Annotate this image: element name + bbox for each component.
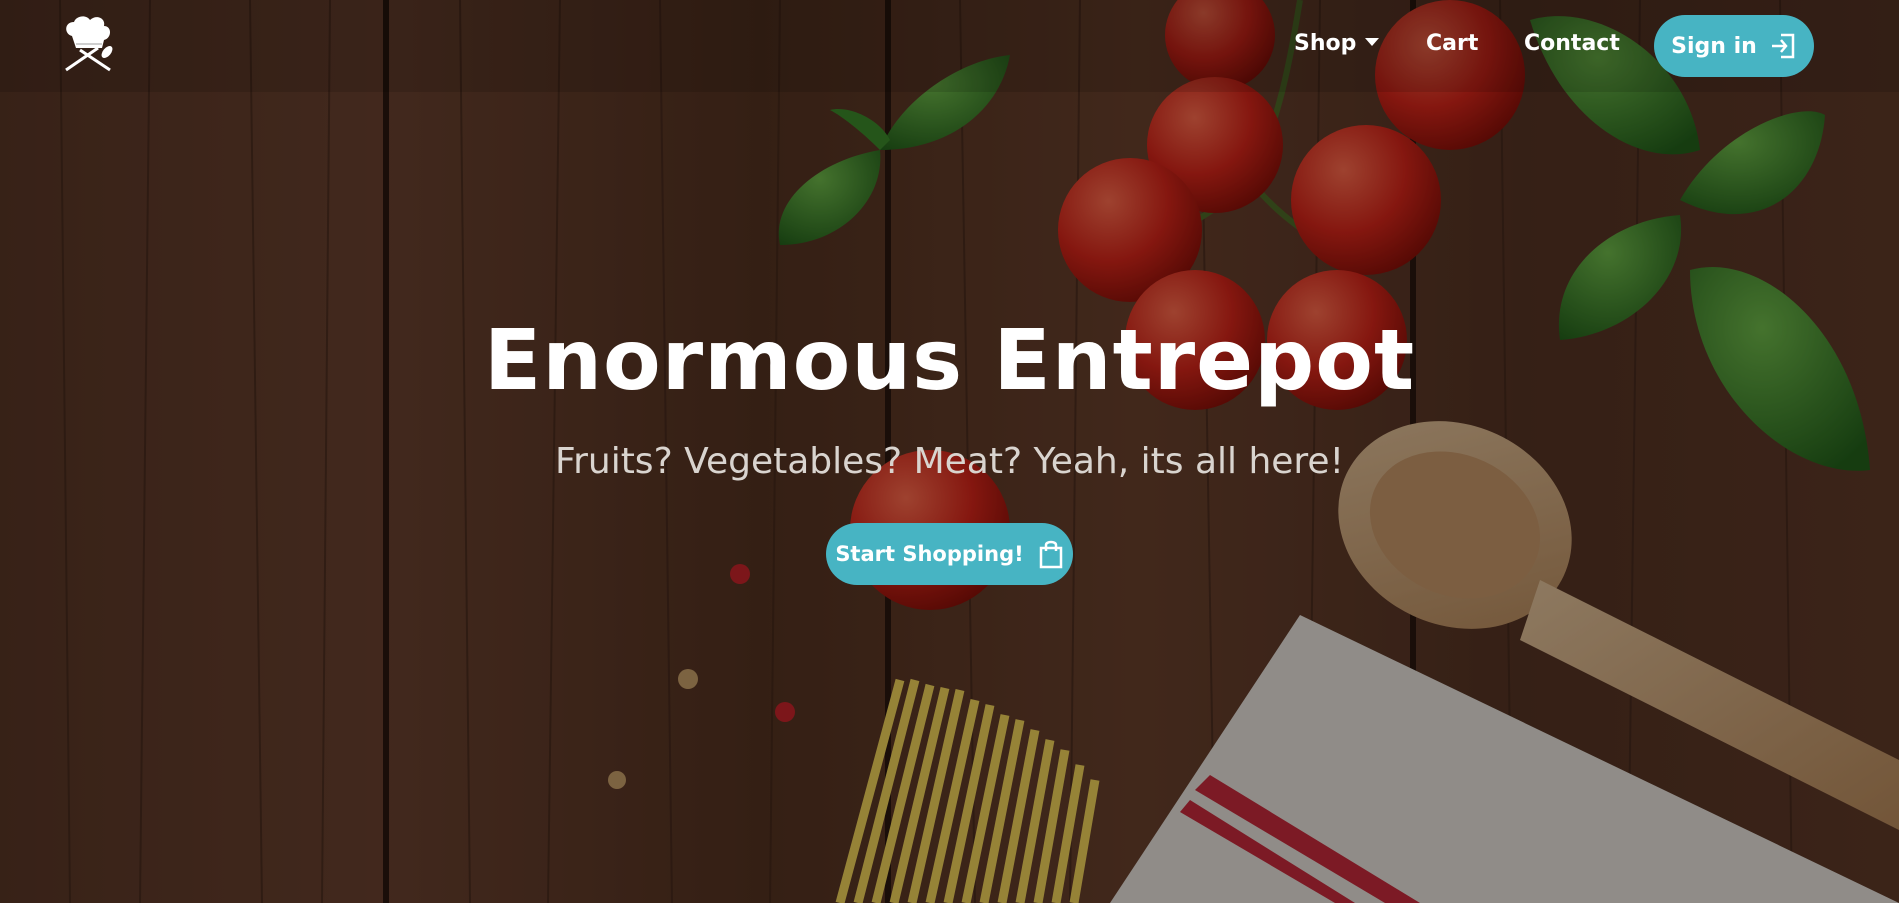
shopping-bag-icon	[1039, 540, 1062, 569]
hero-subtitle: Fruits? Vegetables? Meat? Yeah, its all …	[554, 441, 1345, 482]
hero-title: Enormous Entrepot	[483, 311, 1416, 409]
nav-contact[interactable]: Contact	[1524, 28, 1620, 60]
nav-cart[interactable]: Cart	[1426, 28, 1478, 60]
sign-in-button[interactable]: Sign in	[1654, 15, 1814, 77]
nav-cart-label: Cart	[1426, 31, 1479, 56]
start-shopping-button[interactable]: Start Shopping!	[826, 523, 1073, 585]
chef-hat-utensils-icon[interactable]	[58, 14, 118, 78]
caret-down-icon	[1365, 38, 1380, 46]
start-shopping-label: Start Shopping!	[835, 542, 1024, 566]
nav-shop-label: Shop	[1294, 31, 1357, 56]
sign-in-icon	[1771, 33, 1795, 59]
nav-contact-label: Contact	[1524, 31, 1620, 56]
sign-in-label: Sign in	[1671, 33, 1757, 59]
top-navbar: Shop Cart Contact Sign in	[0, 0, 1899, 92]
nav-shop[interactable]: Shop	[1294, 28, 1380, 60]
